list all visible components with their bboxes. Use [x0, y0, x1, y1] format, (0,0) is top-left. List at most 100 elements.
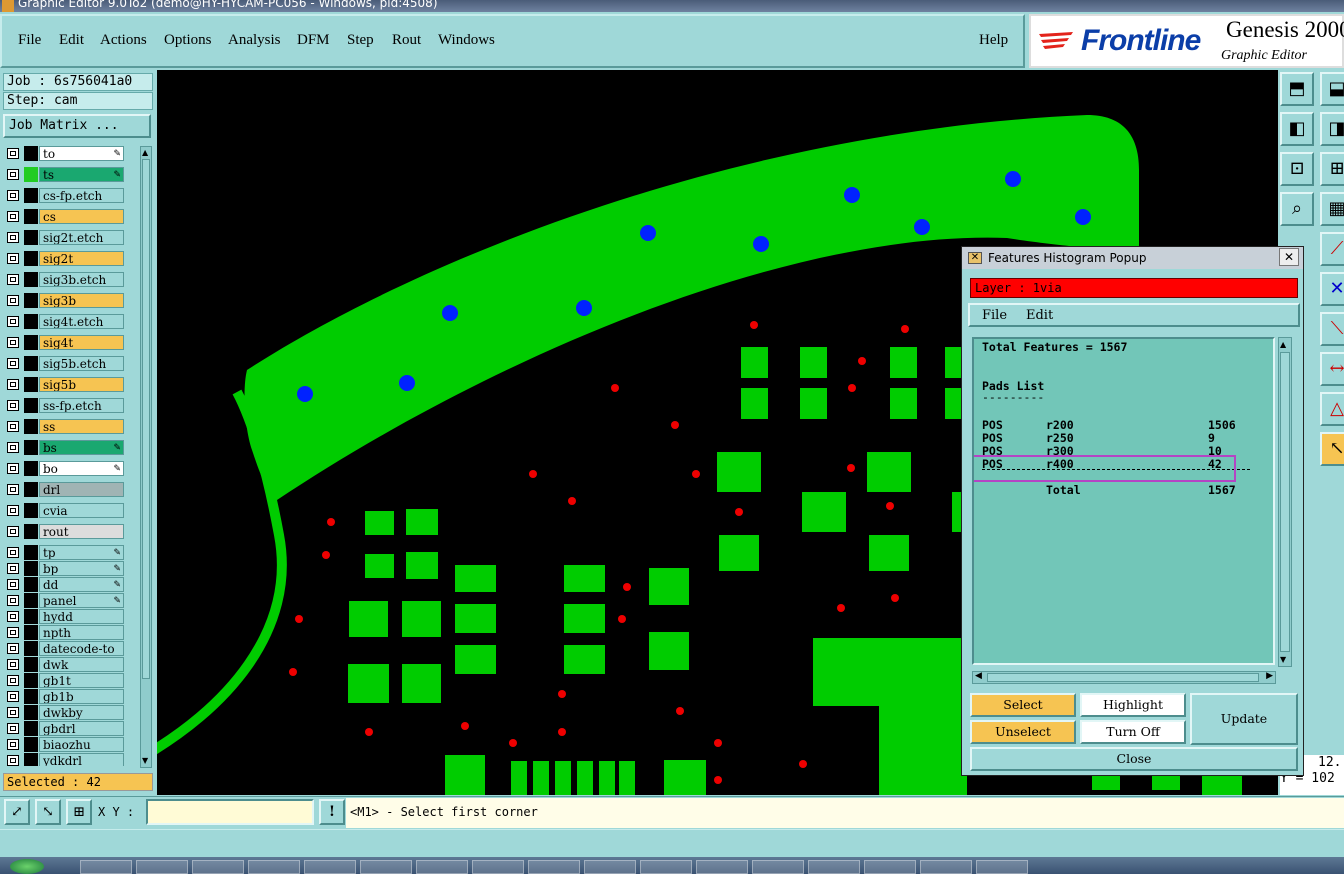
layer-name[interactable]: dwkby	[39, 705, 124, 720]
layer-list-scrollbar[interactable]: ▲ ▼	[140, 146, 152, 768]
layer-name[interactable]: cs	[39, 209, 124, 224]
layer-name[interactable]: sig5b.etch	[39, 356, 124, 371]
layer-row[interactable]: cs	[4, 209, 126, 224]
layer-row[interactable]: rout	[4, 524, 126, 539]
cross-icon[interactable]: ✕	[1320, 272, 1344, 306]
layer-name[interactable]: dwk	[39, 657, 124, 672]
menu-options[interactable]: Options	[164, 32, 212, 49]
histogram-horizontal-scrollbar[interactable]: ◀ ▶	[972, 671, 1276, 684]
layer-checkbox[interactable]	[7, 563, 19, 574]
layer-color-swatch[interactable]	[24, 641, 38, 656]
layer-checkbox[interactable]	[7, 421, 19, 432]
layer-name[interactable]: sig3b	[39, 293, 124, 308]
layer-name[interactable]: bp ✎	[39, 561, 124, 576]
layer-name[interactable]: gbdrl	[39, 721, 124, 736]
menu-edit[interactable]: Edit	[59, 32, 84, 49]
layer-color-swatch[interactable]	[24, 398, 38, 413]
zoom-out-icon[interactable]: ⤡	[35, 799, 61, 825]
layer-color-swatch[interactable]	[24, 461, 38, 476]
layer-name[interactable]: bs ✎	[39, 440, 124, 455]
layer-color-swatch[interactable]	[24, 609, 38, 624]
layer-row[interactable]: sig5b	[4, 377, 126, 392]
layer-row[interactable]: biaozhu	[4, 737, 126, 752]
layer-color-swatch[interactable]	[24, 146, 38, 161]
layer-name[interactable]: sig3b.etch	[39, 272, 124, 287]
menu-dfm[interactable]: DFM	[297, 32, 330, 49]
layer-checkbox[interactable]	[7, 211, 19, 222]
info-icon[interactable]: !	[319, 799, 345, 825]
layer-checkbox[interactable]	[7, 739, 19, 750]
layer-color-swatch[interactable]	[24, 593, 38, 608]
layer-name[interactable]: hydd	[39, 609, 124, 624]
taskbar-item[interactable]	[920, 860, 972, 874]
layer-row[interactable]: dwkby	[4, 705, 126, 720]
start-orb-icon[interactable]	[10, 859, 44, 874]
snap-icon[interactable]: ⬓	[1320, 72, 1344, 106]
pan-left-icon[interactable]: ◧	[1280, 112, 1314, 146]
update-button[interactable]: Update	[1190, 693, 1298, 745]
job-matrix-button[interactable]: Job Matrix ...	[3, 114, 151, 138]
layer-checkbox[interactable]	[7, 379, 19, 390]
layer-color-swatch[interactable]	[24, 209, 38, 224]
layer-checkbox[interactable]	[7, 148, 19, 159]
angle-icon[interactable]: △	[1320, 392, 1344, 426]
layer-checkbox[interactable]	[7, 526, 19, 537]
layer-color-swatch[interactable]	[24, 314, 38, 329]
layer-checkbox[interactable]	[7, 442, 19, 453]
layer-checkbox[interactable]	[7, 463, 19, 474]
layer-row[interactable]: panel ✎	[4, 593, 126, 608]
layer-row[interactable]: ss-fp.etch	[4, 398, 126, 413]
layer-name[interactable]: gb1b	[39, 689, 124, 704]
layer-color-swatch[interactable]	[24, 188, 38, 203]
layer-name[interactable]: tp ✎	[39, 545, 124, 560]
layer-row[interactable]: dd ✎	[4, 577, 126, 592]
layer-row[interactable]: ydkdrl	[4, 753, 126, 766]
layer-row[interactable]: hydd	[4, 609, 126, 624]
layer-row[interactable]: cvia	[4, 503, 126, 518]
popup-scroll-down-icon[interactable]: ▼	[1280, 655, 1286, 664]
popup-menu-edit[interactable]: Edit	[1026, 308, 1053, 323]
pan-right-icon[interactable]: ◨	[1320, 112, 1344, 146]
layer-name[interactable]: ts ✎	[39, 167, 124, 182]
layer-color-swatch[interactable]	[24, 230, 38, 245]
layer-color-swatch[interactable]	[24, 721, 38, 736]
layer-color-swatch[interactable]	[24, 482, 38, 497]
unselect-button[interactable]: Unselect	[970, 720, 1076, 744]
taskbar-item[interactable]	[472, 860, 524, 874]
taskbar-item[interactable]	[752, 860, 804, 874]
layer-row[interactable]: sig2t	[4, 251, 126, 266]
xy-input[interactable]	[146, 799, 314, 825]
layer-checkbox[interactable]	[7, 484, 19, 495]
grid-snap-icon[interactable]: ⊞	[66, 799, 92, 825]
layer-row[interactable]: ts ✎	[4, 167, 126, 182]
layer-color-swatch[interactable]	[24, 440, 38, 455]
menu-windows[interactable]: Windows	[438, 32, 495, 49]
layer-scroll-thumb[interactable]	[142, 159, 150, 679]
layer-color-swatch[interactable]	[24, 577, 38, 592]
close-button[interactable]: Close	[970, 747, 1298, 771]
layer-name[interactable]: sig5b	[39, 377, 124, 392]
layer-color-swatch[interactable]	[24, 625, 38, 640]
layer-row[interactable]: gb1b	[4, 689, 126, 704]
menu-analysis[interactable]: Analysis	[228, 32, 281, 49]
taskbar-item[interactable]	[864, 860, 916, 874]
layer-color-swatch[interactable]	[24, 673, 38, 688]
layer-checkbox[interactable]	[7, 659, 19, 670]
layer-name[interactable]: dd ✎	[39, 577, 124, 592]
layer-color-swatch[interactable]	[24, 753, 38, 766]
layer-name[interactable]: drl	[39, 482, 124, 497]
dimension-icon[interactable]: ↔	[1320, 352, 1344, 386]
taskbar-item[interactable]	[80, 860, 132, 874]
select-pointer-icon[interactable]: ↖	[1320, 432, 1344, 466]
layer-color-swatch[interactable]	[24, 689, 38, 704]
layer-name[interactable]: sig4t.etch	[39, 314, 124, 329]
layer-color-swatch[interactable]	[24, 545, 38, 560]
taskbar-item[interactable]	[304, 860, 356, 874]
layer-color-swatch[interactable]	[24, 419, 38, 434]
histogram-text-area[interactable]: Total Features = 1567 Pads List --------…	[972, 337, 1275, 665]
layer-color-swatch[interactable]	[24, 561, 38, 576]
menu-actions[interactable]: Actions	[100, 32, 147, 49]
layer-color-swatch[interactable]	[24, 167, 38, 182]
layer-row[interactable]: to ✎	[4, 146, 126, 161]
highlight-button[interactable]: Highlight	[1080, 693, 1186, 717]
